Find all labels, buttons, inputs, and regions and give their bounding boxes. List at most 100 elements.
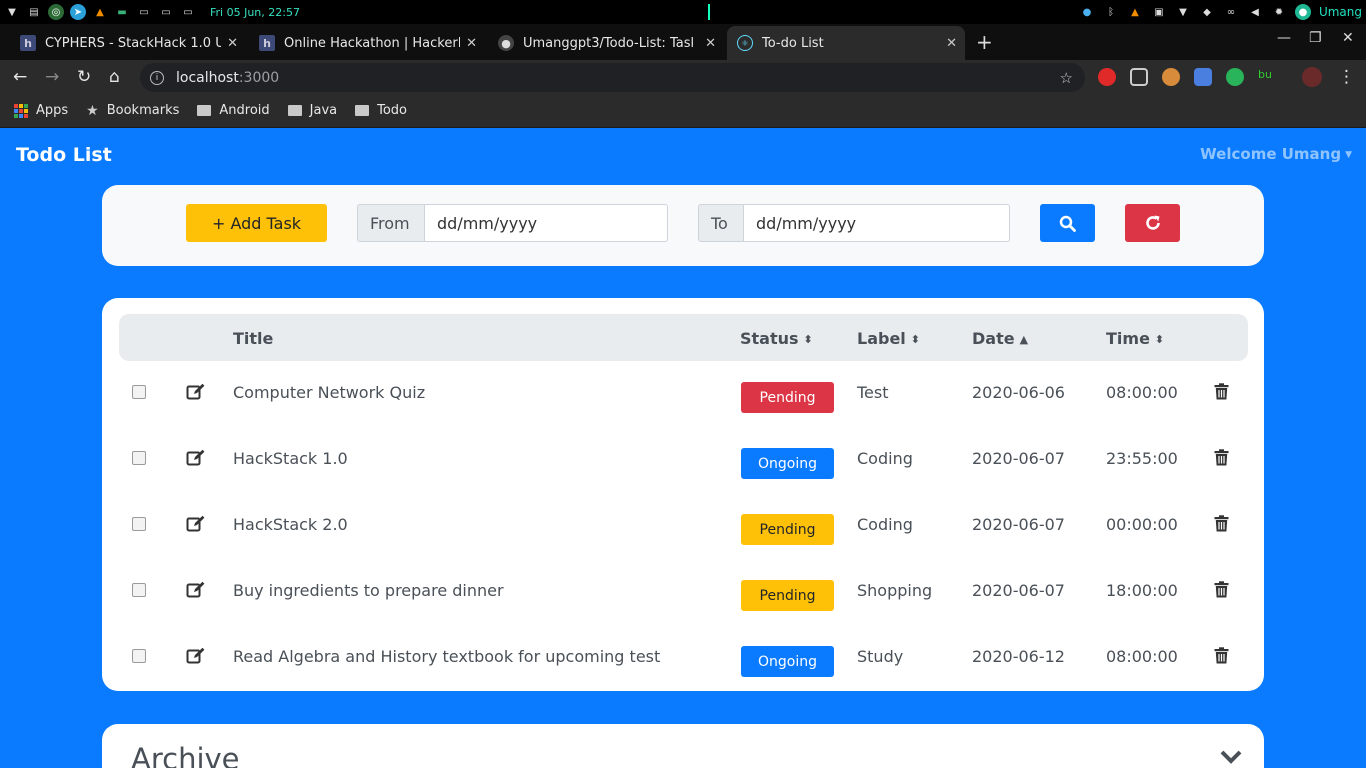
- close-icon[interactable]: ✕: [227, 36, 238, 51]
- volume-icon[interactable]: ◀: [1247, 4, 1263, 20]
- terminal-icon[interactable]: ▭: [158, 4, 174, 20]
- file-manager-icon[interactable]: ▤: [26, 4, 42, 20]
- bluetooth-icon[interactable]: ᛒ: [1103, 4, 1119, 20]
- task-checkbox[interactable]: [132, 583, 146, 597]
- bookmark-label: Android: [219, 103, 270, 118]
- app-brand[interactable]: Todo List: [16, 144, 112, 166]
- hackerearth-icon: h: [259, 35, 275, 51]
- header-title[interactable]: Title: [233, 329, 273, 348]
- chrome-icon[interactable]: ◎: [48, 4, 64, 20]
- user-icon[interactable]: ●: [1294, 4, 1311, 20]
- header-date[interactable]: Date ▲: [972, 329, 1028, 348]
- weather-icon[interactable]: ●: [1079, 4, 1095, 20]
- task-checkbox[interactable]: [132, 649, 146, 663]
- bookmark-android[interactable]: Android: [197, 103, 270, 118]
- trash-icon[interactable]: [1214, 449, 1229, 470]
- task-date: 2020-06-07: [972, 449, 1065, 468]
- header-label[interactable]: Label ⬍: [857, 329, 920, 348]
- bookmark-bookmarks[interactable]: ★ Bookmarks: [86, 103, 179, 119]
- edit-icon[interactable]: [186, 581, 205, 602]
- avatar[interactable]: [1302, 67, 1322, 87]
- address-bar[interactable]: i localhost:3000 ☆: [140, 63, 1085, 92]
- trash-icon[interactable]: [1214, 515, 1229, 536]
- search-icon: [1059, 215, 1076, 232]
- close-window-icon[interactable]: ✕: [1342, 30, 1354, 46]
- bookmark-star-icon[interactable]: ☆: [1060, 69, 1073, 87]
- trash-icon[interactable]: [1214, 383, 1229, 404]
- task-date: 2020-06-12: [972, 647, 1065, 666]
- close-icon[interactable]: ✕: [946, 36, 957, 51]
- terminal-icon[interactable]: ▭: [180, 4, 196, 20]
- os-clock: Fri 05 Jun, 22:57: [210, 5, 300, 19]
- browser-tab[interactable]: ● Umanggpt3/Todo-List: Task Manager ✕: [488, 26, 724, 60]
- translate-icon[interactable]: [1194, 68, 1212, 86]
- tab-title: Umanggpt3/Todo-List: Task Manager: [523, 35, 693, 51]
- search-button[interactable]: [1040, 204, 1095, 242]
- edit-icon[interactable]: [186, 647, 205, 668]
- bookmark-java[interactable]: Java: [287, 103, 337, 118]
- reload-icon[interactable]: ↻: [77, 67, 91, 87]
- browser-tab-active[interactable]: ⚛ To-do List ✕: [727, 26, 965, 60]
- table-row: Computer Network Quiz Pending Test 2020-06-…: [102, 372, 1264, 438]
- welcome-text: Welcome Umang: [1200, 145, 1342, 163]
- chevron-down-icon[interactable]: [1220, 750, 1242, 764]
- edit-icon[interactable]: [186, 449, 205, 470]
- vpn-icon[interactable]: ◆: [1199, 4, 1215, 20]
- new-tab-icon[interactable]: +: [976, 30, 993, 54]
- edit-icon[interactable]: [186, 383, 205, 404]
- back-icon[interactable]: ←: [13, 67, 27, 87]
- restore-icon[interactable]: ❐: [1309, 30, 1322, 46]
- trash-icon[interactable]: [1214, 647, 1229, 668]
- bookmarks-bar: Apps ★ Bookmarks Android Java Todo: [0, 94, 1366, 128]
- header-status[interactable]: Status ⬍: [740, 329, 813, 348]
- telegram-icon[interactable]: ➤: [70, 4, 86, 20]
- header-date-label: Date: [972, 329, 1015, 348]
- bookmark-todo[interactable]: Todo: [355, 103, 407, 118]
- minimize-icon[interactable]: —: [1277, 30, 1291, 46]
- header-time[interactable]: Time ⬍: [1106, 329, 1164, 348]
- link-icon[interactable]: ∞: [1223, 4, 1239, 20]
- url-host: localhost: [176, 69, 239, 86]
- task-checkbox[interactable]: [132, 517, 146, 531]
- reset-button[interactable]: [1125, 204, 1180, 242]
- site-info-icon[interactable]: i: [150, 70, 164, 85]
- terminal-icon[interactable]: ▭: [136, 4, 152, 20]
- task-checkbox[interactable]: [132, 385, 146, 399]
- edit-icon[interactable]: [186, 515, 205, 536]
- to-date-input[interactable]: dd/mm/yyyy: [743, 204, 1010, 242]
- archive-card[interactable]: Archive: [102, 724, 1264, 768]
- status-badge: Pending: [741, 580, 834, 611]
- vlc-tray-icon[interactable]: ▲: [1127, 4, 1143, 20]
- task-time: 08:00:00: [1106, 383, 1178, 402]
- clipboard-icon[interactable]: ▣: [1151, 4, 1167, 20]
- folder-icon[interactable]: ▬: [114, 4, 130, 20]
- extension-icon[interactable]: [1130, 68, 1148, 86]
- extension-icon[interactable]: [1226, 68, 1244, 86]
- menu-arrow-icon[interactable]: ▼: [4, 4, 20, 20]
- home-icon[interactable]: ⌂: [109, 67, 120, 87]
- extension-icon[interactable]: [1162, 68, 1180, 86]
- forward-icon[interactable]: →: [45, 67, 59, 87]
- extension-icon[interactable]: bu: [1258, 68, 1276, 86]
- vlc-icon[interactable]: ▲: [92, 4, 108, 20]
- trash-icon[interactable]: [1214, 581, 1229, 602]
- github-icon: ●: [498, 35, 514, 51]
- wifi-icon[interactable]: ▼: [1175, 4, 1191, 20]
- url-text[interactable]: localhost:3000: [176, 70, 279, 86]
- kebab-menu-icon[interactable]: ⋮: [1338, 67, 1355, 87]
- header-title-label: Title: [233, 329, 274, 348]
- caret-down-icon: ▼: [1345, 150, 1352, 160]
- add-task-button[interactable]: + Add Task: [186, 204, 327, 242]
- task-checkbox[interactable]: [132, 451, 146, 465]
- bookmark-apps[interactable]: Apps: [14, 103, 68, 118]
- close-icon[interactable]: ✕: [466, 36, 477, 51]
- os-user-name[interactable]: Umang: [1319, 5, 1362, 19]
- settings-icon[interactable]: ✹: [1271, 4, 1287, 20]
- browser-tab[interactable]: h CYPHERS - StackHack 1.0 User ✕: [10, 26, 246, 60]
- extension-icon[interactable]: [1098, 68, 1116, 86]
- browser-tab[interactable]: h Online Hackathon | HackerEarth ✕: [249, 26, 485, 60]
- from-date-input[interactable]: dd/mm/yyyy: [424, 204, 668, 242]
- user-dropdown[interactable]: Welcome Umang ▼: [1200, 145, 1352, 163]
- close-icon[interactable]: ✕: [705, 36, 716, 51]
- sort-up-icon: ▲: [1019, 333, 1029, 346]
